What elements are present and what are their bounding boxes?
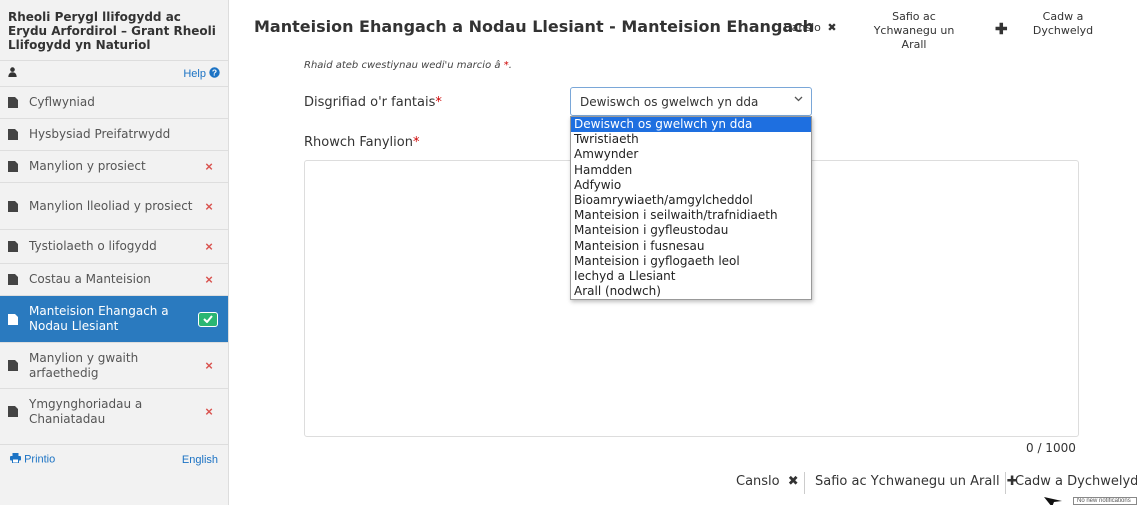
close-icon: × <box>205 198 213 214</box>
document-icon <box>8 241 18 252</box>
dropdown-option[interactable]: Manteision i gyflogaeth leol <box>571 254 811 269</box>
dropdown-option[interactable]: Dewiswch os gwelwch yn dda <box>571 117 811 133</box>
print-link[interactable]: Printio <box>10 453 55 466</box>
benefit-options-dropdown[interactable]: Dewiswch os gwelwch yn dda Twristiaeth A… <box>570 116 812 301</box>
benefit-description-select[interactable]: Dewiswch os gwelwch yn dda <box>570 87 812 116</box>
sidebar-item-label: Cyflwyniad <box>29 95 95 109</box>
sidebar: Rheoli Perygl llifogydd ac Erydu Arfordi… <box>0 0 229 505</box>
document-icon <box>8 313 18 325</box>
dropdown-option[interactable]: Adfywio <box>571 178 811 193</box>
cancel-button[interactable]: Canslo ✖ <box>784 21 837 35</box>
notification-tooltip: No new notifications <box>1073 497 1137 505</box>
language-toggle[interactable]: English <box>182 454 218 466</box>
close-icon: × <box>205 239 213 254</box>
svg-text:?: ? <box>212 67 217 77</box>
divider <box>1005 472 1006 494</box>
dropdown-option[interactable]: Hamdden <box>571 163 811 178</box>
save-add-label: Safio ac Ychwanegu un Arall <box>873 10 955 51</box>
save-return-button[interactable]: Cadw a Dychwelyd <box>1022 10 1104 38</box>
dropdown-option[interactable]: Iechyd a Llesiant <box>571 269 811 284</box>
cancel-label: Canslo <box>784 21 821 34</box>
sidebar-item-introduction[interactable]: Cyflwyniad <box>0 86 228 118</box>
sidebar-item-project-details[interactable]: Manylion y prosiect × <box>0 150 228 182</box>
print-icon <box>10 453 21 466</box>
char-counter: 0 / 1000 <box>1026 441 1076 455</box>
details-label: Rhowch Fanylion* <box>304 135 419 150</box>
divider <box>804 472 805 494</box>
save-add-label: Safio ac Ychwanegu un Arall <box>815 474 1000 489</box>
footer-cancel-button[interactable]: Canslo ✖ <box>736 474 799 489</box>
sidebar-item-label: Costau a Manteision <box>29 272 151 286</box>
footer-save-return-button[interactable]: Cadw a Dychwelyd ↥ <box>1015 474 1137 489</box>
help-link[interactable]: Help ? <box>183 66 220 81</box>
sidebar-item-label: Manylion y prosiect <box>29 159 146 173</box>
document-icon <box>8 97 18 108</box>
close-icon: ✖ <box>827 21 837 34</box>
help-label: Help <box>183 67 206 80</box>
close-icon: × <box>205 159 213 174</box>
field-label-text: Disgrifiad o'r fantais <box>304 95 436 110</box>
sidebar-item-label: Manylion y gwaith arfaethedig <box>29 350 139 380</box>
dropdown-option[interactable]: Manteision i seilwaith/trafnidiaeth <box>571 208 811 223</box>
field-label-text: Rhowch Fanylion <box>304 135 413 150</box>
footer-save-add-another-button[interactable]: Safio ac Ychwanegu un Arall ✚ <box>815 474 1018 489</box>
sidebar-title: Rheoli Perygl llifogydd ac Erydu Arfordi… <box>8 10 216 52</box>
question-circle-icon: ? <box>209 66 220 81</box>
dropdown-option[interactable]: Twristiaeth <box>571 132 811 147</box>
document-icon <box>8 200 18 212</box>
sidebar-item-privacy[interactable]: Hysbysiad Preifatrwydd <box>0 118 228 150</box>
sidebar-item-label: Manylion lleoliad y prosiect <box>29 198 193 213</box>
dropdown-option[interactable]: Manteision i fusnesau <box>571 239 811 254</box>
sidebar-item-project-location[interactable]: Manylion lleoliad y prosiect × <box>0 182 228 229</box>
close-icon: × <box>205 358 213 373</box>
close-icon: ✖ <box>787 474 799 489</box>
close-icon: × <box>205 404 213 419</box>
sidebar-item-proposed-works[interactable]: Manylion y gwaith arfaethedig × <box>0 342 228 388</box>
document-icon <box>8 360 18 371</box>
check-icon <box>198 311 218 327</box>
plus-icon: ✚ <box>995 21 1008 38</box>
sidebar-item-costs-benefits[interactable]: Costau a Manteision × <box>0 263 228 295</box>
dropdown-option[interactable]: Bioamrywiaeth/amgylcheddol <box>571 193 811 208</box>
sidebar-toolbar: Help ? <box>0 60 228 86</box>
dropdown-option[interactable]: Manteision i gyfleustodau <box>571 223 811 238</box>
document-icon <box>8 406 18 417</box>
user-icon[interactable] <box>8 67 17 80</box>
sidebar-item-label: Manteision Ehangach a Nodau Llesiant <box>29 304 169 333</box>
cancel-label: Canslo <box>736 474 780 489</box>
sidebar-item-flood-evidence[interactable]: Tystiolaeth o lifogydd × <box>0 229 228 263</box>
header: Manteision Ehangach a Nodau Llesiant - M… <box>229 0 1137 57</box>
dropdown-option[interactable]: Arall (nodwch) <box>571 284 811 299</box>
close-icon: × <box>205 272 213 287</box>
required-mark: * <box>435 95 442 110</box>
sidebar-item-label: Hysbysiad Preifatrwydd <box>29 127 171 141</box>
save-return-label: Cadw a Dychwelyd <box>1015 474 1137 489</box>
page-title: Manteision Ehangach a Nodau Llesiant - M… <box>254 17 815 36</box>
document-icon <box>8 274 18 285</box>
document-icon <box>8 129 18 140</box>
benefit-description-label: Disgrifiad o'r fantais* <box>304 95 442 110</box>
required-mark: * <box>503 60 509 71</box>
save-return-label: Cadw a Dychwelyd <box>1032 10 1094 37</box>
chevron-down-icon <box>794 95 803 105</box>
select-value: Dewiswch os gwelwch yn dda <box>580 95 759 109</box>
required-mark: * <box>412 135 420 150</box>
sidebar-item-label: Tystiolaeth o lifogydd <box>29 239 157 253</box>
mouse-cursor-icon <box>1044 497 1062 505</box>
required-note-text: Rhaid ateb cwestiynau wedi'u marcio â <box>304 60 501 71</box>
required-note: Rhaid ateb cwestiynau wedi'u marcio â *. <box>304 60 512 71</box>
print-label: Printio <box>24 453 56 466</box>
sidebar-item-wider-benefits[interactable]: Manteision Ehangach a Nodau Llesiant <box>0 295 228 342</box>
sidebar-item-label: Ymgynghoriadau a Chaniatadau <box>29 396 143 426</box>
document-icon <box>8 161 18 172</box>
sidebar-footer: Printio English <box>0 444 228 474</box>
save-add-another-button[interactable]: Safio ac Ychwanegu un Arall <box>849 10 979 52</box>
dropdown-option[interactable]: Amwynder <box>571 147 811 162</box>
sidebar-item-consultations[interactable]: Ymgynghoriadau a Chaniatadau × <box>0 388 228 434</box>
